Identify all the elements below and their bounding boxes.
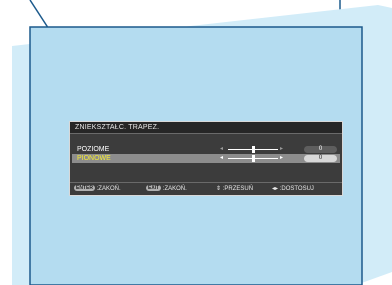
value-vertical: 0 [304, 155, 337, 162]
projector-illustration: ZNIEKSZTAŁC. TRAPEZ. POZIOME ◂ ▸ 0 PIONO… [0, 0, 392, 285]
hint-enter-text: :ZAKOŃ. [96, 186, 121, 192]
slider-thumb-horizontal[interactable] [251, 146, 255, 153]
left-right-arrow-icon: ◂▸ [272, 186, 279, 192]
value-horizontal: 0 [304, 146, 337, 153]
keystone-menu: ZNIEKSZTAŁC. TRAPEZ. POZIOME ◂ ▸ 0 PIONO… [69, 121, 343, 196]
hint-adjust: ◂▸ :DOSTOSUJ [272, 183, 314, 195]
hint-exit-text: :ZAKOŃ. [162, 186, 187, 192]
hint-adjust-text: :DOSTOSUJ [279, 186, 314, 192]
right-arrow-icon[interactable]: ▸ [280, 145, 283, 154]
row-label-horizontal: POZIOME [77, 146, 110, 153]
hint-move: ⇕ :PRZESUŃ [216, 183, 253, 195]
left-arrow-icon[interactable]: ◂ [220, 145, 223, 154]
up-down-arrow-icon: ⇕ [216, 186, 222, 192]
menu-title: ZNIEKSZTAŁC. TRAPEZ. [70, 122, 342, 134]
menu-row-vertical[interactable]: PIONOWE ◂ ▸ 0 [72, 154, 340, 163]
right-arrow-icon[interactable]: ▸ [280, 154, 283, 163]
slider-thumb-vertical[interactable] [251, 155, 255, 162]
hint-move-text: :PRZESUŃ [222, 186, 254, 192]
enter-key-icon: ENTER [74, 185, 95, 191]
menu-row-horizontal[interactable]: POZIOME ◂ ▸ 0 [72, 145, 340, 154]
left-arrow-icon[interactable]: ◂ [220, 154, 223, 163]
hint-exit: EXIT :ZAKOŃ. [146, 183, 187, 195]
menu-footer-hints: ENTER :ZAKOŃ. EXIT :ZAKOŃ. ⇕ :PRZESUŃ ◂▸… [70, 182, 342, 195]
exit-key-icon: EXIT [146, 185, 162, 191]
row-label-vertical: PIONOWE [77, 155, 111, 162]
hint-enter: ENTER :ZAKOŃ. [74, 183, 121, 195]
